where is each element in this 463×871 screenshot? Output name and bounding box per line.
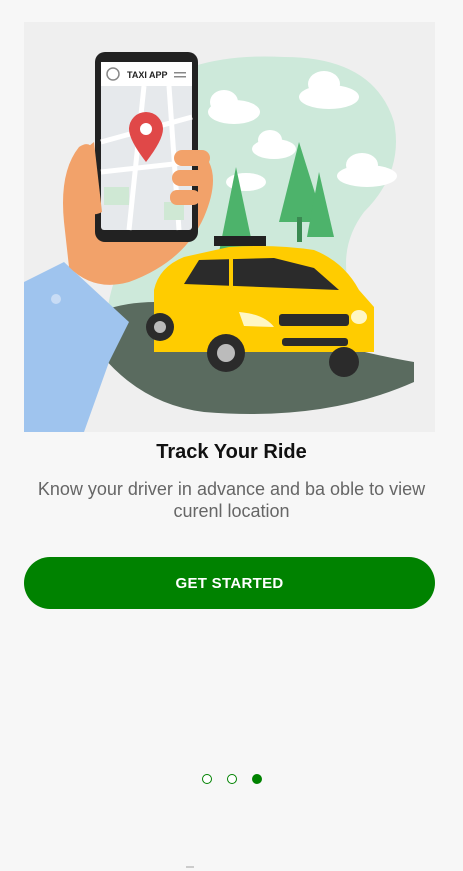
page-dot-3-active[interactable] — [251, 774, 262, 784]
smartphone-icon: TAXI APP — [95, 52, 198, 242]
page-indicator — [0, 774, 463, 784]
onboarding-illustration: TAXI APP — [24, 22, 435, 432]
onboarding-subtitle: Know your driver in advance and ba oble … — [37, 479, 426, 521]
phone-header-text: TAXI APP — [127, 70, 168, 80]
page-dot-1[interactable] — [201, 774, 212, 784]
home-indicator — [186, 866, 194, 868]
get-started-button[interactable]: GET STARTED — [24, 557, 435, 609]
page-dot-2[interactable] — [226, 774, 237, 784]
onboarding-title: Track Your Ride — [156, 441, 307, 463]
